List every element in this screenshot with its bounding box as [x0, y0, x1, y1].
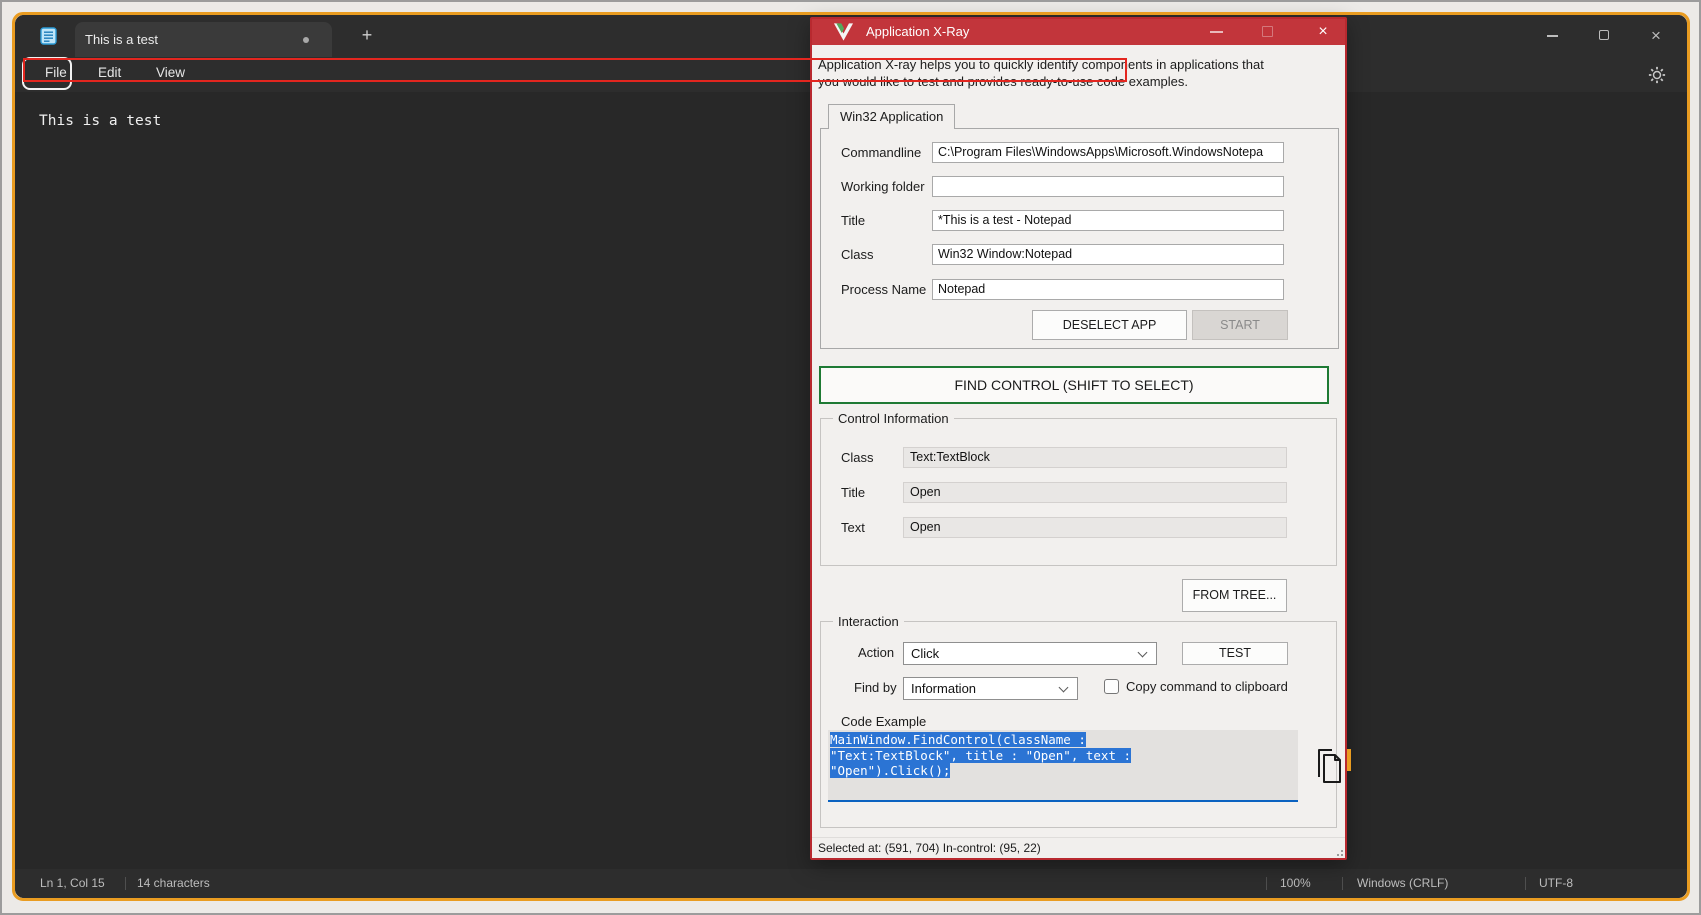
find-by-label: Find by: [854, 680, 897, 695]
xray-description-line1: Application X-ray helps you to quickly i…: [818, 57, 1323, 74]
class-input[interactable]: Win32 Window:Notepad: [932, 244, 1284, 265]
form-row: Title *This is a test - Notepad: [821, 210, 1338, 231]
notepad-minimize-button[interactable]: [1540, 24, 1564, 48]
xray-close-button[interactable]: ×: [1312, 21, 1334, 43]
ci-class-label: Class: [841, 450, 874, 465]
class-label: Class: [841, 247, 874, 262]
menu-edit[interactable]: Edit: [98, 65, 121, 80]
notepad-close-button[interactable]: ×: [1644, 24, 1668, 48]
action-dropdown[interactable]: Click: [903, 642, 1157, 665]
ci-text-label: Text: [841, 520, 865, 535]
unsaved-indicator-dot: [303, 37, 309, 43]
xray-description: Application X-ray helps you to quickly i…: [818, 57, 1323, 90]
control-information-group: Control Information Class Text:TextBlock…: [820, 418, 1337, 566]
find-by-dropdown-value: Information: [911, 681, 976, 696]
control-information-legend: Control Information: [833, 411, 954, 426]
find-by-dropdown[interactable]: Information: [903, 677, 1078, 700]
working-folder-input[interactable]: [932, 176, 1284, 197]
xray-window-title: Application X-Ray: [866, 24, 969, 39]
app-buttons-row: DESELECT APP START: [821, 310, 1338, 340]
status-divider: [1525, 877, 1526, 890]
code-line: "Open").Click();: [830, 763, 950, 778]
menu-view[interactable]: View: [156, 65, 185, 80]
form-row: Class Win32 Window:Notepad: [821, 244, 1338, 265]
status-character-count: 14 characters: [137, 876, 210, 890]
action-label: Action: [858, 645, 894, 660]
title-input[interactable]: *This is a test - Notepad: [932, 210, 1284, 231]
interaction-group: Interaction Action Click TEST Find by In…: [820, 621, 1337, 828]
commandline-input[interactable]: C:\Program Files\WindowsApps\Microsoft.W…: [932, 142, 1284, 163]
menu-file[interactable]: File: [45, 65, 67, 80]
process-name-input[interactable]: Notepad: [932, 279, 1284, 300]
code-example-label: Code Example: [841, 714, 926, 729]
chevron-down-icon: [1138, 648, 1148, 658]
xray-statusbar: Selected at: (591, 704) In-control: (95,…: [812, 837, 1345, 858]
title-label: Title: [841, 213, 865, 228]
status-zoom-level: 100%: [1280, 876, 1311, 890]
find-control-button[interactable]: FIND CONTROL (SHIFT TO SELECT): [819, 366, 1329, 404]
form-row: Commandline C:\Program Files\WindowsApps…: [821, 142, 1338, 163]
resize-grip[interactable]: [1333, 846, 1343, 856]
win32-application-panel: Commandline C:\Program Files\WindowsApps…: [820, 128, 1339, 349]
status-divider: [1342, 877, 1343, 890]
xray-status-text: Selected at: (591, 704) In-control: (95,…: [818, 841, 1041, 855]
status-line-ending: Windows (CRLF): [1357, 876, 1448, 890]
xray-titlebar[interactable]: Application X-Ray ×: [812, 19, 1345, 45]
process-name-label: Process Name: [841, 282, 926, 297]
xray-maximize-button[interactable]: [1262, 26, 1273, 37]
notepad-tab[interactable]: This is a test: [75, 22, 332, 57]
copy-to-clipboard-icon[interactable]: [1312, 746, 1344, 786]
notepad-maximize-button[interactable]: [1592, 24, 1616, 48]
ci-title-label: Title: [841, 485, 865, 500]
screenshot-canvas: This is a test + × File Edit View: [0, 0, 1701, 915]
code-line: "Text:TextBlock", title : "Open", text :: [830, 748, 1131, 763]
maximize-icon: [1599, 30, 1609, 40]
action-dropdown-value: Click: [911, 646, 939, 661]
start-button[interactable]: START: [1192, 310, 1288, 340]
from-tree-button[interactable]: FROM TREE...: [1182, 579, 1287, 612]
form-row: Working folder: [821, 176, 1338, 197]
xray-logo-icon: [833, 22, 854, 42]
working-folder-label: Working folder: [841, 179, 925, 194]
status-encoding: UTF-8: [1539, 876, 1573, 890]
status-divider: [125, 877, 126, 890]
copy-command-checkbox-label: Copy command to clipboard: [1126, 679, 1288, 694]
notepad-app-icon: [40, 26, 57, 45]
form-row: Process Name Notepad: [821, 279, 1338, 300]
notepad-tab-title: This is a test: [85, 32, 158, 47]
editor-text: This is a test: [39, 113, 161, 129]
new-tab-button[interactable]: +: [353, 21, 381, 49]
xray-description-line2: you would like to test and provides read…: [818, 74, 1323, 91]
interaction-legend: Interaction: [833, 614, 904, 629]
tab-win32-application[interactable]: Win32 Application: [828, 104, 955, 129]
commandline-label: Commandline: [841, 145, 921, 160]
code-line: MainWindow.FindControl(className :: [830, 732, 1086, 747]
settings-gear-icon[interactable]: [1648, 66, 1666, 84]
ci-text-field[interactable]: Open: [903, 517, 1287, 538]
chevron-down-icon: [1059, 683, 1069, 693]
minimize-icon: [1547, 35, 1558, 37]
xray-minimize-button[interactable]: [1210, 31, 1223, 33]
xray-window: Application X-Ray × Application X-ray he…: [810, 17, 1347, 860]
ci-title-field[interactable]: Open: [903, 482, 1287, 503]
ci-class-field[interactable]: Text:TextBlock: [903, 447, 1287, 468]
status-divider: [1266, 877, 1267, 890]
status-cursor-position: Ln 1, Col 15: [40, 876, 105, 890]
notepad-statusbar: Ln 1, Col 15 14 characters 100% Windows …: [15, 869, 1687, 898]
deselect-app-button[interactable]: DESELECT APP: [1032, 310, 1187, 340]
test-button[interactable]: TEST: [1182, 642, 1288, 665]
copy-command-checkbox[interactable]: [1104, 679, 1119, 694]
code-example-textarea[interactable]: MainWindow.FindControl(className : "Text…: [828, 730, 1298, 802]
